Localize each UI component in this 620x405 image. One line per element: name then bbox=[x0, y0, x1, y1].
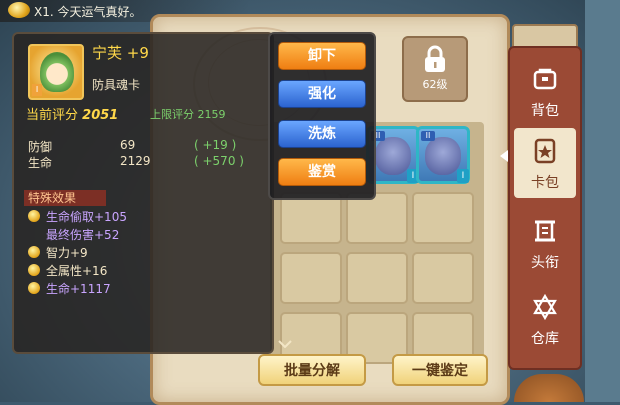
coin-bullet-icon bbox=[28, 282, 40, 294]
bag-icon bbox=[533, 68, 557, 90]
stat-label: 生命 bbox=[28, 156, 53, 170]
tab-title[interactable]: 头衔 bbox=[514, 208, 576, 278]
coin-bullet-icon bbox=[28, 264, 40, 276]
current-score-value: 2051 bbox=[82, 108, 119, 123]
tab-warehouse-label: 仓库 bbox=[531, 331, 559, 347]
current-score-label: 当前评分 bbox=[26, 108, 79, 123]
tab-card-pack-label: 卡包 bbox=[531, 175, 559, 191]
card-rank-badge: I bbox=[32, 84, 42, 96]
tab-bag[interactable]: 背包 bbox=[514, 56, 576, 126]
grid-slot[interactable] bbox=[346, 252, 408, 304]
tab-bag-label: 背包 bbox=[531, 103, 559, 119]
reforge-button[interactable]: 洗炼 bbox=[278, 120, 366, 148]
current-score: 当前评分 2051 bbox=[26, 104, 118, 123]
card-type: 防具魂卡 bbox=[92, 78, 141, 92]
appraise-button[interactable]: 鉴赏 bbox=[278, 158, 366, 186]
card-detail-panel: I 宁芙 +9 防具魂卡 当前评分 2051 上限评分 2159 防御 69 (… bbox=[12, 32, 274, 354]
tab-warehouse[interactable]: 仓库 bbox=[514, 284, 576, 354]
max-score: 上限评分 2159 bbox=[150, 106, 226, 122]
card-enhance-level: +9 bbox=[126, 44, 149, 62]
stat-value: 2129 bbox=[120, 154, 151, 168]
card-tag: II bbox=[421, 131, 435, 141]
coin-bullet-icon bbox=[28, 246, 40, 258]
enhance-button[interactable]: 强化 bbox=[278, 80, 366, 108]
stat-bonus: ( +19 ) bbox=[194, 138, 237, 152]
active-tab-pointer-icon bbox=[500, 150, 508, 162]
stat-bonus: ( +570 ) bbox=[194, 154, 244, 168]
monster-portrait bbox=[375, 137, 411, 175]
coin-bullet-icon bbox=[28, 210, 40, 222]
soul-card-item[interactable]: II I bbox=[416, 126, 470, 184]
effect-line: 最终伤害+52 bbox=[46, 228, 120, 242]
card-avatar: I bbox=[28, 44, 84, 100]
locked-slot-button[interactable]: 62级 bbox=[402, 36, 468, 102]
locked-slot-level: 62级 bbox=[422, 78, 448, 91]
one-key-appraise-button[interactable]: 一键鉴定 bbox=[392, 354, 488, 386]
effect-line: 生命偷取+105 bbox=[46, 210, 127, 224]
batch-decompose-button[interactable]: 批量分解 bbox=[258, 354, 366, 386]
side-tab-bar: 背包 卡包 头衔 仓库 bbox=[508, 46, 582, 370]
lock-icon bbox=[425, 45, 445, 72]
character-portrait bbox=[40, 52, 74, 92]
effect-line: 智力+9 bbox=[46, 246, 88, 260]
card-rank-badge: I bbox=[457, 169, 469, 183]
grid-slot[interactable] bbox=[412, 192, 474, 244]
stat-label: 防御 bbox=[28, 140, 53, 154]
max-score-value: 2159 bbox=[197, 108, 226, 121]
special-effects-title: 特殊效果 bbox=[24, 190, 106, 206]
scroll-icon bbox=[535, 220, 555, 242]
stat-value: 69 bbox=[120, 138, 136, 152]
unequip-button[interactable]: 卸下 bbox=[278, 42, 366, 70]
card-name: 宁芙 +9 bbox=[92, 42, 149, 63]
grid-slot[interactable] bbox=[280, 252, 342, 304]
scenery-right bbox=[585, 0, 620, 402]
tab-card-pack[interactable]: 卡包 bbox=[514, 128, 576, 198]
card-pack-icon bbox=[534, 138, 556, 164]
card-name-text: 宁芙 bbox=[92, 44, 123, 62]
top-notice-text: X1. 今天运气真好。 bbox=[34, 5, 142, 19]
tab-title-label: 头衔 bbox=[531, 255, 559, 271]
effect-line: 生命+1117 bbox=[46, 282, 111, 296]
effect-line: 全属性+16 bbox=[46, 264, 108, 278]
monster-portrait bbox=[425, 137, 461, 175]
gold-coin-icon bbox=[8, 2, 30, 18]
max-score-label: 上限评分 bbox=[150, 108, 194, 121]
grid-slot[interactable] bbox=[412, 252, 474, 304]
card-action-menu: 卸下 强化 洗炼 鉴赏 bbox=[268, 32, 376, 200]
scroll-down-chevron-icon[interactable] bbox=[278, 340, 292, 348]
star-of-david-icon bbox=[533, 294, 557, 320]
